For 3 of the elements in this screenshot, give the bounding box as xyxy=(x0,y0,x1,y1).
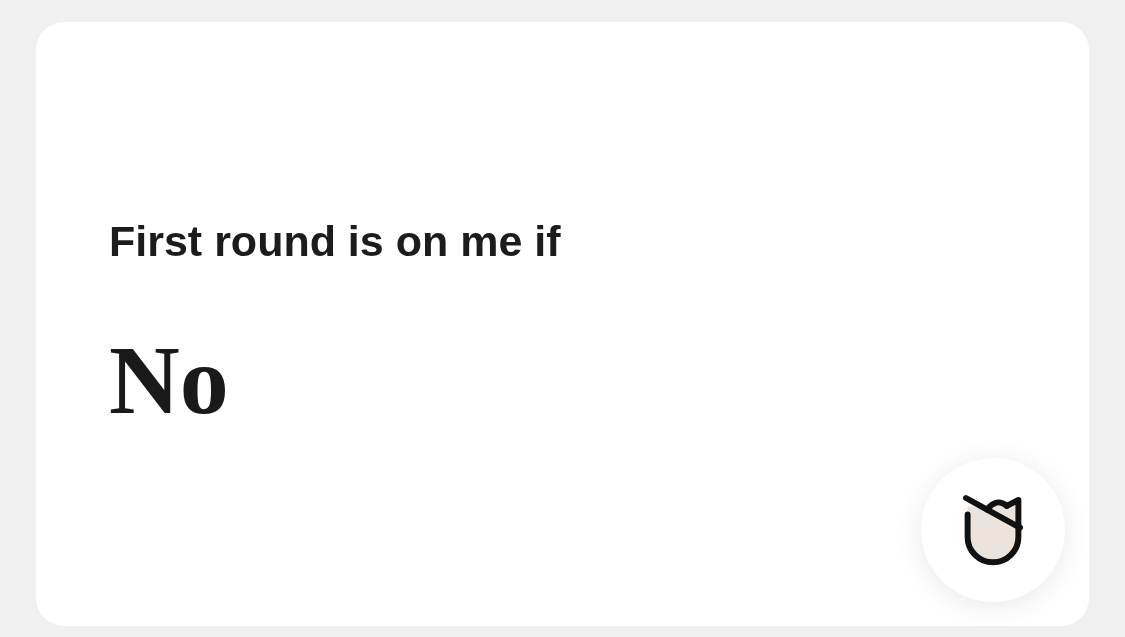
prompt-answer: No xyxy=(109,331,230,429)
prompt-question: First round is on me if xyxy=(109,220,562,263)
flower-icon xyxy=(962,494,1024,566)
